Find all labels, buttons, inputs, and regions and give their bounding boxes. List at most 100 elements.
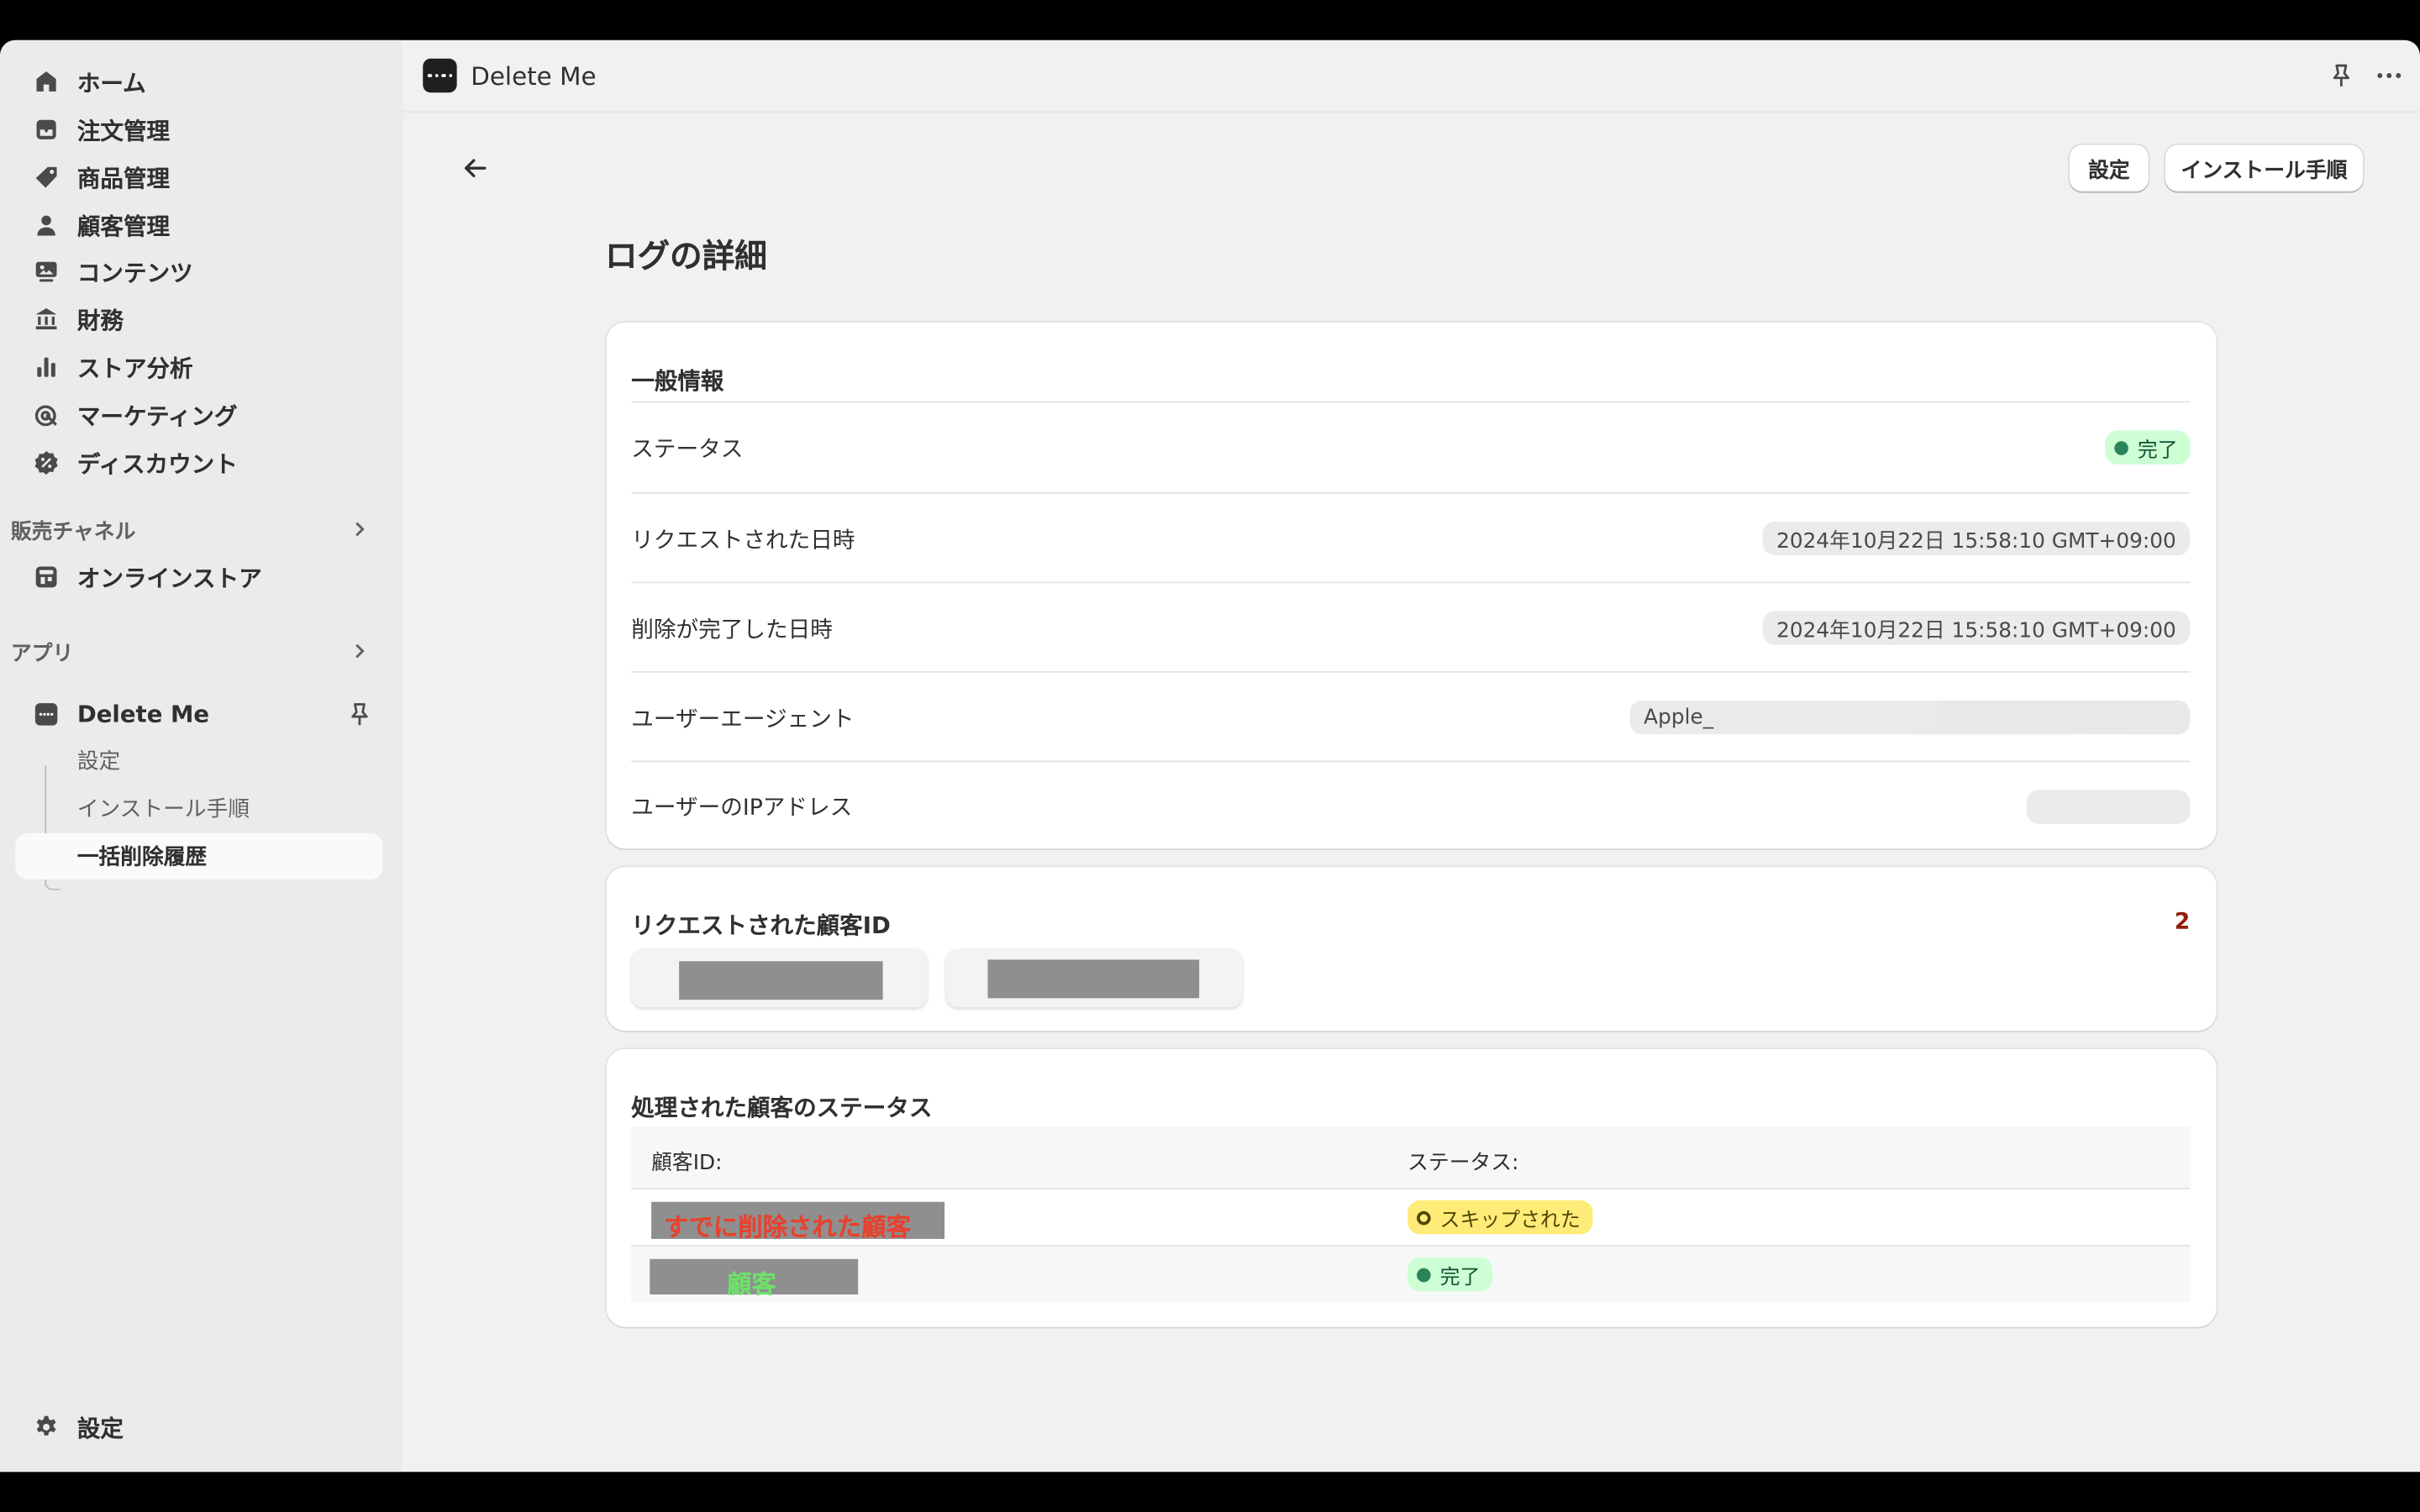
completed-at-value: 2024年10月22日 15:58:10 GMT+09:00	[1762, 611, 2191, 645]
home-icon	[31, 66, 62, 97]
status-row: ステータス 完了	[631, 401, 2191, 492]
ip-address-label: ユーザーのIPアドレス	[631, 795, 853, 822]
sidebar-item-customers[interactable]: 顧客管理	[15, 202, 382, 249]
completed-at-row: 削除が完了した日時 2024年10月22日 15:58:10 GMT+09:00	[631, 581, 2191, 672]
chevron-right-icon	[350, 520, 369, 538]
ip-address-row: ユーザーのIPアドレス	[631, 760, 2191, 851]
chevron-right-icon	[350, 642, 369, 660]
status-label: ステータス	[631, 437, 744, 463]
sidebar-item-content[interactable]: コンテンツ	[15, 249, 382, 295]
sidebar-item-label: ストア分析	[76, 354, 193, 382]
sales-channels-section[interactable]: 販売チャネル	[10, 514, 381, 545]
store-icon	[31, 562, 62, 593]
customer-id-chip	[631, 948, 928, 1008]
sidebar-item-analytics[interactable]: ストア分析	[15, 344, 382, 391]
status-badge-text: 完了	[1439, 1266, 1481, 1289]
sidebar-item-delete-me[interactable]: Delete Me	[15, 691, 382, 738]
sidebar-item-label: ディスカウント	[76, 449, 238, 478]
app-logo	[423, 58, 457, 93]
customer-id-chip	[945, 948, 1243, 1008]
sidebar-item-label: Delete Me	[76, 700, 210, 728]
sidebar-item-label: オンラインストア	[76, 564, 262, 592]
page-title: ログの詳細	[605, 237, 767, 275]
requested-at-label: リクエストされた日時	[631, 528, 855, 554]
sidebar-item-label: 注文管理	[76, 116, 171, 144]
status-badge-text: スキップされた	[1439, 1209, 1581, 1232]
ip-address-value-redacted	[2026, 789, 2191, 823]
person-icon	[31, 210, 62, 241]
column-customer-id: 顧客ID:	[651, 1151, 723, 1176]
pin-icon[interactable]	[345, 701, 373, 728]
inbox-icon	[31, 114, 62, 145]
sidebar-subitem-settings[interactable]: 設定	[15, 738, 382, 784]
sidebar-item-settings[interactable]: 設定	[15, 1404, 382, 1450]
customer-id-redacted	[987, 959, 1200, 999]
sidebar-subitem-label: 一括削除履歴	[76, 845, 208, 870]
user-agent-label: ユーザーエージェント	[631, 707, 855, 732]
sidebar-item-home[interactable]: ホーム	[15, 59, 382, 105]
sidebar-item-label: 財務	[76, 306, 124, 334]
image-icon	[31, 256, 62, 287]
pin-icon[interactable]	[2324, 59, 2358, 92]
bank-icon	[31, 304, 62, 335]
general-info-card: 一般情報 ステータス 完了 リクエストされた日時 2024年10月22日 15:…	[606, 322, 2217, 851]
tag-icon	[31, 162, 62, 193]
status-badge: 完了	[1407, 1257, 1493, 1292]
sidebar-item-label: ホーム	[76, 68, 146, 97]
target-icon	[31, 400, 62, 431]
processed-heading: 処理された顧客のステータス	[631, 1094, 933, 1122]
sidebar-item-label: 設定	[76, 1414, 124, 1442]
requested-ids-count: 2	[2174, 910, 2191, 936]
sidebar-subitem-install[interactable]: インストール手順	[15, 785, 382, 832]
bar-chart-icon	[31, 352, 62, 383]
user-agent-row: ユーザーエージェント Apple_	[631, 670, 2191, 762]
sidebar-item-label: 顧客管理	[76, 212, 171, 240]
sidebar-item-finance[interactable]: 財務	[15, 297, 382, 343]
status-badge: 完了	[2105, 430, 2191, 465]
settings-button[interactable]: 設定	[2070, 144, 2149, 192]
apps-label: アプリ	[10, 642, 74, 667]
requested-at-value: 2024年10月22日 15:58:10 GMT+09:00	[1762, 521, 2191, 556]
table-header: 顧客ID: ステータス:	[631, 1126, 2191, 1190]
table-row: すでに削除された顧客 スキップされた	[631, 1189, 2190, 1245]
status-ring-icon	[1417, 1210, 1431, 1225]
sidebar-item-discounts[interactable]: ディスカウント	[15, 439, 382, 486]
sidebar-item-products[interactable]: 商品管理	[15, 155, 382, 201]
status-badge-text: 完了	[2137, 438, 2178, 463]
sidebar: ホーム 注文管理 商品管理 顧客管理 コンテンツ 財務 ストア分析 マーケティン…	[0, 39, 403, 1473]
app-header-title: Delete Me	[471, 60, 597, 91]
requested-ids-card: リクエストされた顧客ID 2	[606, 867, 2217, 1031]
install-guide-button[interactable]: インストール手順	[2165, 144, 2364, 192]
back-arrow-icon[interactable]	[459, 151, 492, 185]
sidebar-item-orders[interactable]: 注文管理	[15, 107, 382, 153]
customer-id-text: すでに削除された顧客	[663, 1212, 911, 1242]
requested-at-row: リクエストされた日時 2024年10月22日 15:58:10 GMT+09:0…	[631, 491, 2191, 583]
app-icon	[31, 699, 62, 730]
table-row: 顧客 完了	[631, 1245, 2191, 1303]
general-info-heading: 一般情報	[631, 367, 724, 396]
customer-id-text: 顧客	[727, 1269, 776, 1299]
apps-section[interactable]: アプリ	[10, 636, 381, 667]
sidebar-subitem-label: 設定	[76, 749, 121, 775]
sidebar-item-label: 商品管理	[76, 164, 171, 192]
status-dot-icon	[1417, 1267, 1431, 1282]
sidebar-item-label: マーケティング	[76, 402, 238, 430]
discount-icon	[31, 448, 62, 479]
app-header: Delete Me	[402, 40, 2420, 113]
user-agent-value: Apple_	[1629, 700, 2191, 735]
column-status: ステータス:	[1407, 1151, 1519, 1176]
gear-icon	[31, 1412, 62, 1443]
sidebar-subitem-bulk-history[interactable]: 一括削除履歴	[15, 832, 383, 879]
processed-customers-card: 処理された顧客のステータス 顧客ID: ステータス: すでに削除された顧客 スキ…	[606, 1048, 2217, 1327]
status-badge: スキップされた	[1407, 1200, 1593, 1235]
status-dot-icon	[2114, 440, 2128, 454]
customer-id-redacted	[679, 961, 883, 1000]
sales-channels-label: 販売チャネル	[10, 519, 136, 545]
sidebar-item-label: コンテンツ	[76, 258, 193, 286]
sidebar-subitem-label: インストール手順	[76, 797, 250, 822]
sidebar-item-marketing[interactable]: マーケティング	[15, 392, 382, 438]
requested-ids-heading: リクエストされた顧客ID	[631, 911, 891, 940]
completed-at-label: 削除が完了した日時	[631, 617, 833, 643]
more-options-icon[interactable]	[2372, 59, 2406, 92]
sidebar-item-online-store[interactable]: オンラインストア	[15, 554, 382, 600]
